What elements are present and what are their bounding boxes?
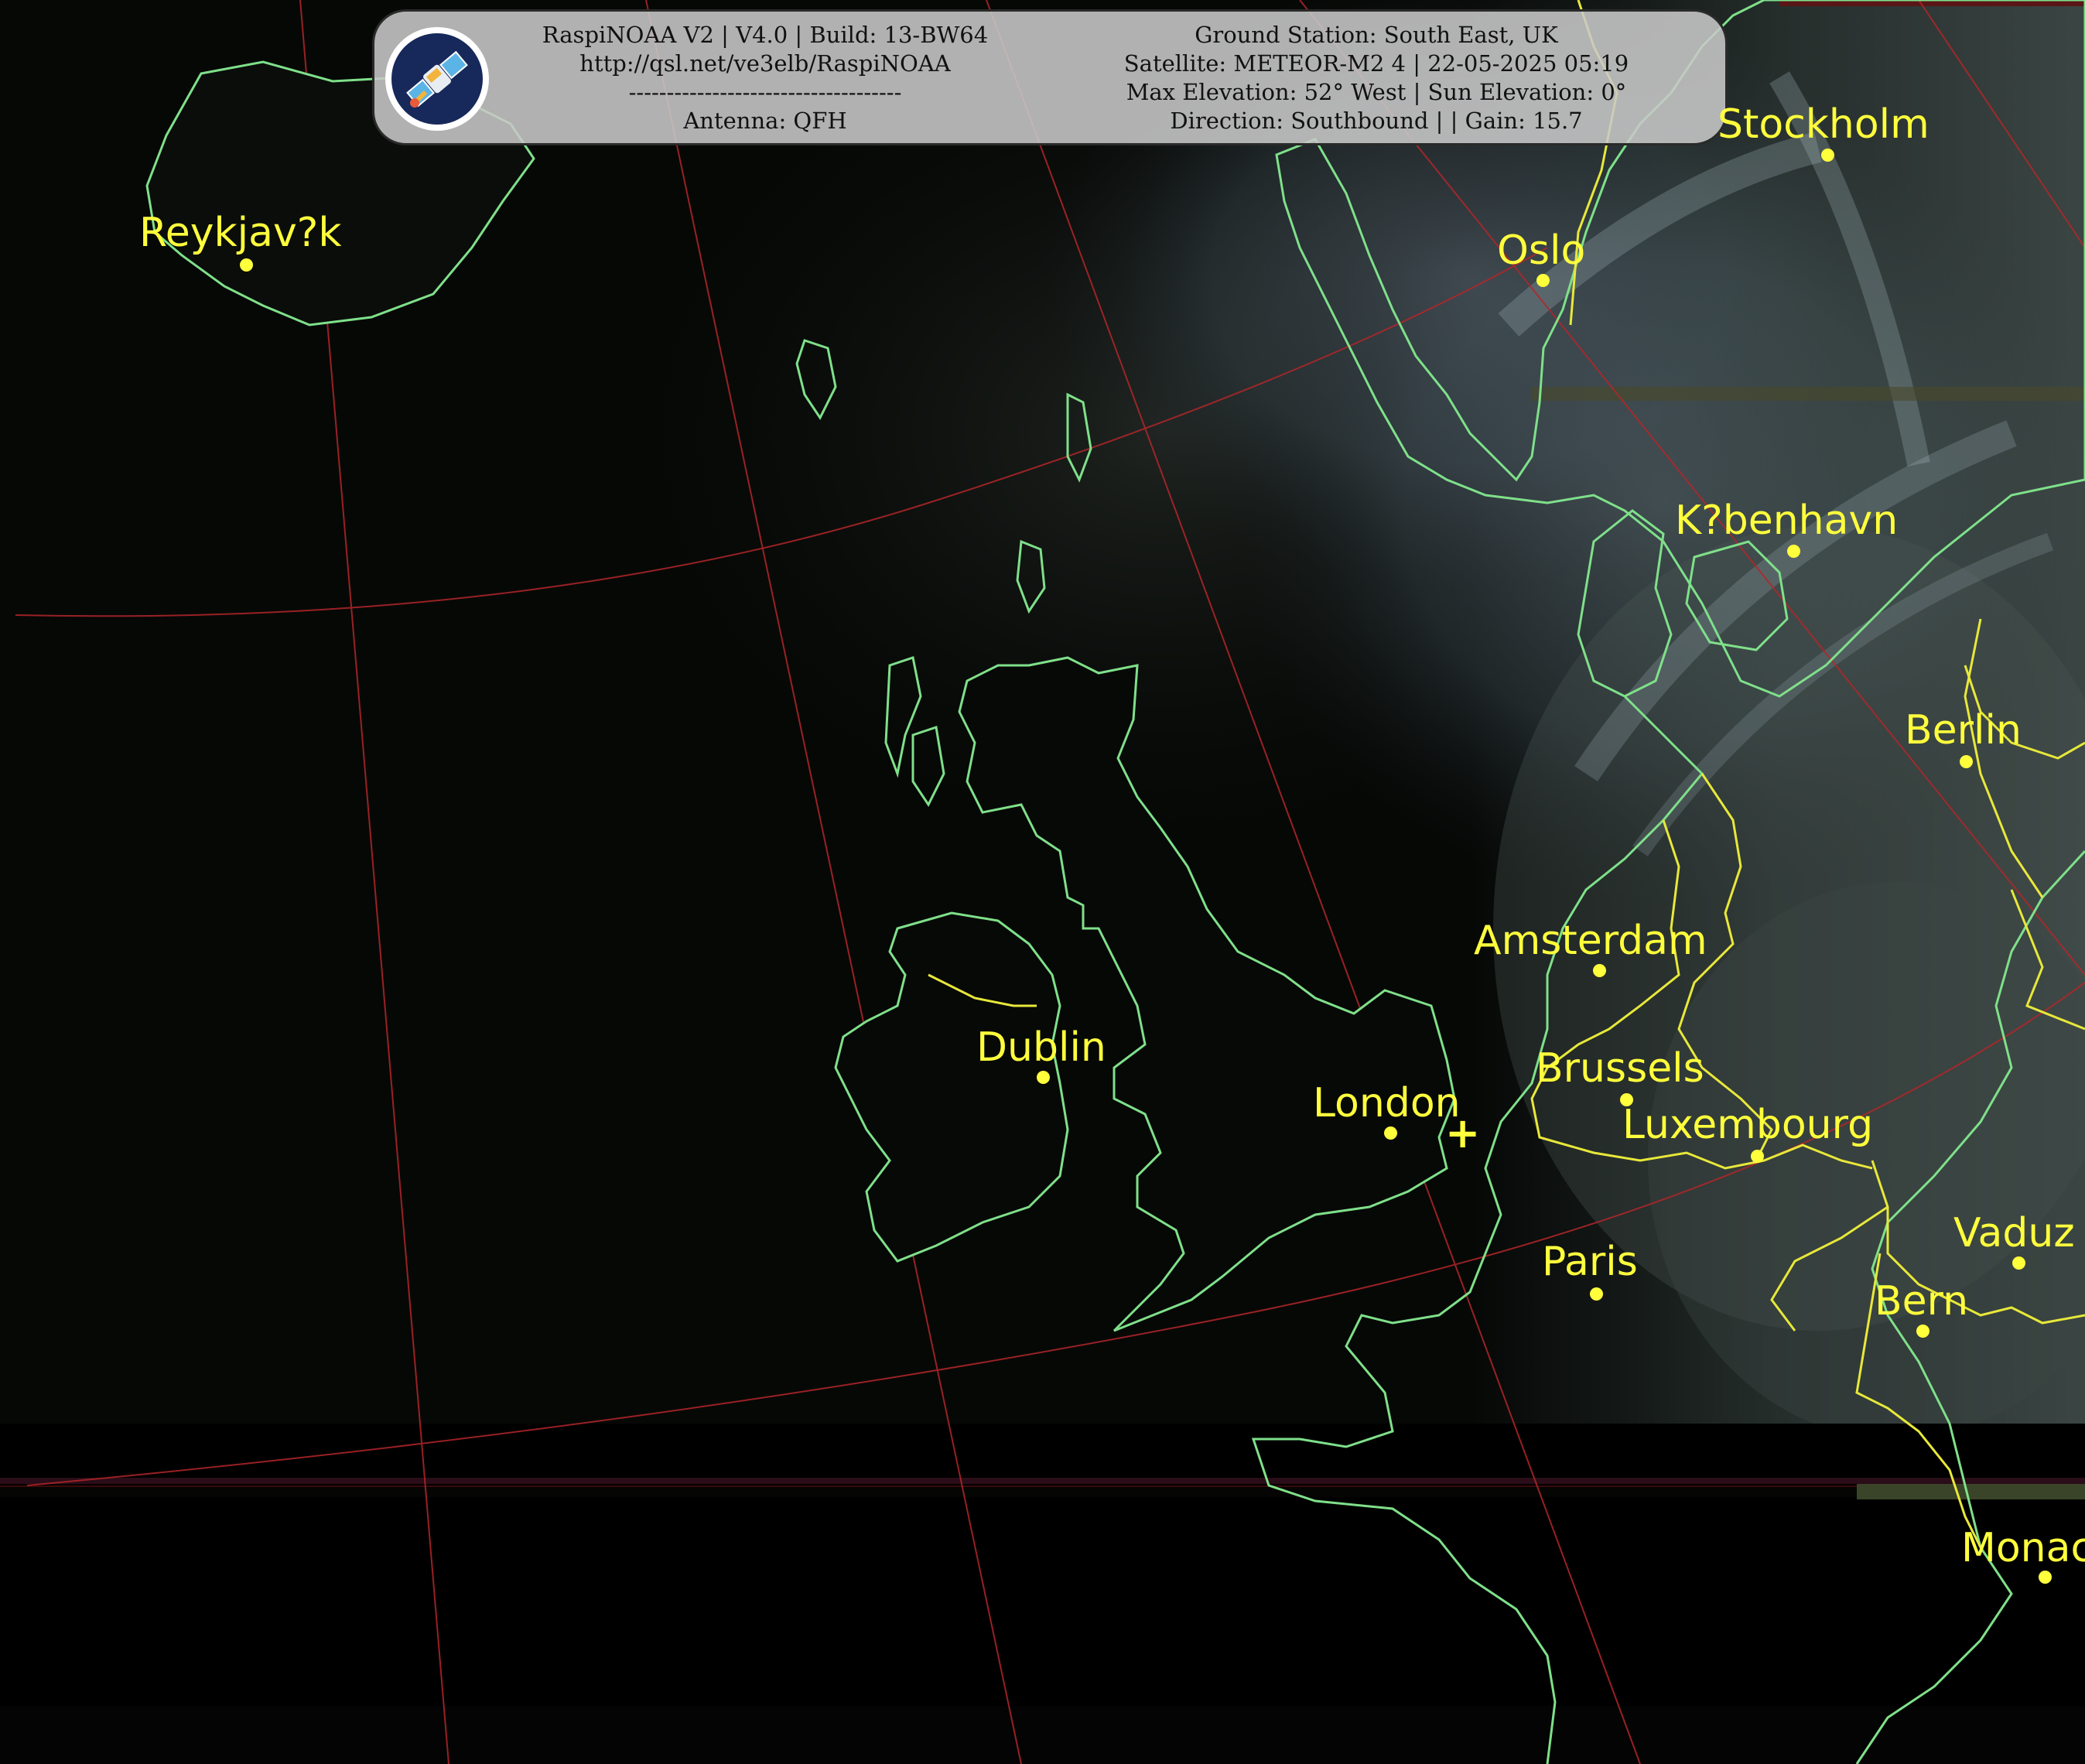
city-dot-dublin <box>1037 1071 1050 1084</box>
city-label-kobenhavn: K?benhavn <box>1675 497 1899 544</box>
software-version: RaspiNOAA V2 | V4.0 | Build: 13-BW64 <box>542 22 989 48</box>
city-dot-bern <box>1916 1325 1929 1338</box>
city-dot-luxembourg <box>1751 1150 1764 1163</box>
city-label-luxembourg: Luxembourg <box>1622 1102 1874 1148</box>
antenna-info: Antenna: QFH <box>683 108 847 134</box>
pass-details: Ground Station: South East, UK Satellite… <box>1071 21 1682 135</box>
city-dot-reykjavik <box>240 258 253 272</box>
satellite-map: RaspiNOAA V2 | V4.0 | Build: 13-BW64 htt… <box>0 0 2085 1764</box>
city-label-reykjavik: Reykjav?k <box>139 210 342 256</box>
city-dot-stockholm <box>1821 149 1834 162</box>
elevation-info: Max Elevation: 52° West | Sun Elevation:… <box>1126 79 1627 105</box>
satellite-logo-icon <box>385 27 489 131</box>
city-label-berlin: Berlin <box>1905 707 2022 754</box>
city-dot-london <box>1384 1126 1397 1140</box>
ground-station-info: Ground Station: South East, UK <box>1195 22 1558 48</box>
city-dot-vaduz <box>2012 1256 2025 1270</box>
city-dot-amsterdam <box>1593 964 1606 977</box>
city-label-stockholm: Stockholm <box>1718 101 1929 148</box>
pass-info-banner: RaspiNOAA V2 | V4.0 | Build: 13-BW64 htt… <box>372 9 1728 145</box>
direction-gain-info: Direction: Southbound | | Gain: 15.7 <box>1170 108 1583 134</box>
city-dot-monaco <box>2039 1571 2052 1584</box>
city-label-paris: Paris <box>1542 1239 1638 1285</box>
ground-station-marker: + <box>1445 1109 1481 1157</box>
city-dot-oslo <box>1536 274 1550 287</box>
divider-line: ------------------------------------ <box>628 79 902 105</box>
software-info: RaspiNOAA V2 | V4.0 | Build: 13-BW64 htt… <box>514 21 1017 135</box>
city-dot-paris <box>1590 1287 1603 1301</box>
city-dot-berlin <box>1960 755 1973 768</box>
city-label-bern: Bern <box>1875 1278 1969 1325</box>
city-label-amsterdam: Amsterdam <box>1474 918 1707 964</box>
map-imagery <box>0 0 2085 1764</box>
city-label-vaduz: Vaduz <box>1953 1210 2075 1256</box>
city-dot-kobenhavn <box>1787 545 1800 558</box>
project-url: http://qsl.net/ve3elb/RaspiNOAA <box>579 50 951 77</box>
city-label-dublin: Dublin <box>976 1024 1106 1071</box>
satellite-info: Satellite: METEOR-M2 4 | 22-05-2025 05:1… <box>1123 50 1629 77</box>
city-label-oslo: Oslo <box>1497 227 1586 274</box>
city-label-london: London <box>1313 1080 1461 1126</box>
city-label-monaco: Monac <box>1961 1525 2085 1571</box>
city-label-brussels: Brussels <box>1536 1045 1704 1092</box>
